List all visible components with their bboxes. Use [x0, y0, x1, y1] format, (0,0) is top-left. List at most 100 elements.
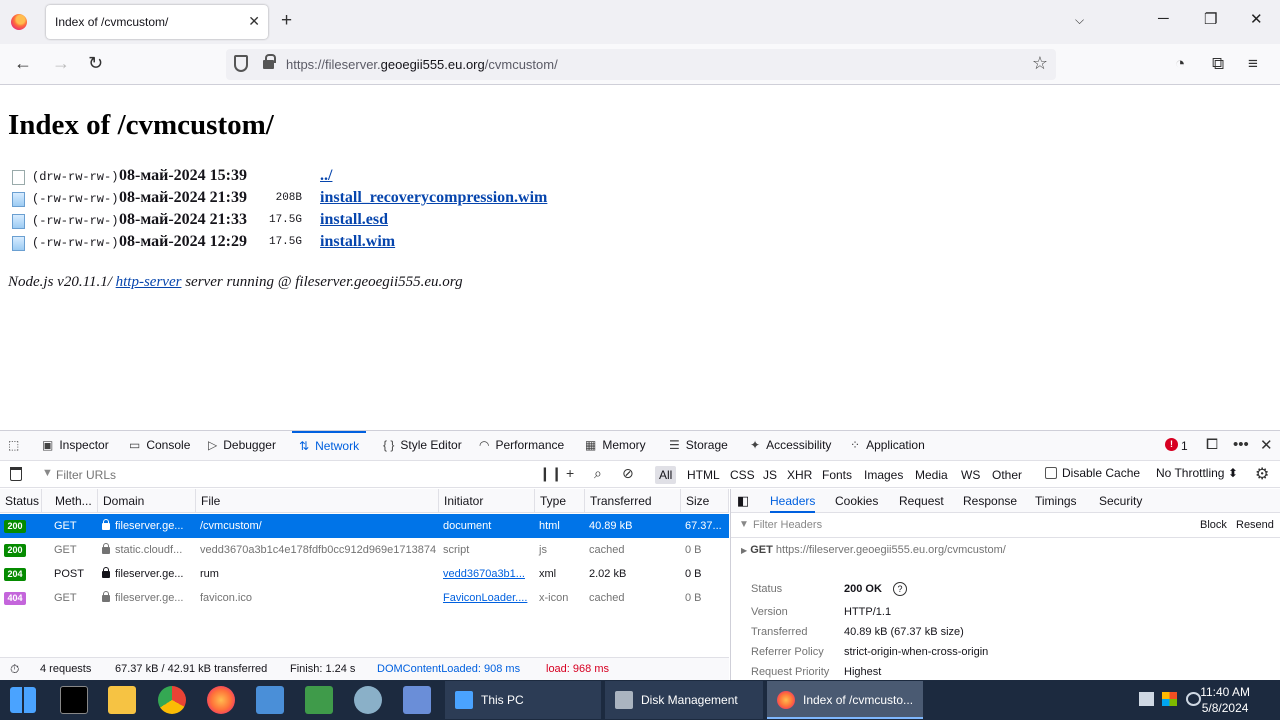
block-icon[interactable]: ⊘: [622, 465, 634, 482]
filter-headers-input[interactable]: Filter Headers: [753, 519, 822, 531]
firefox-logo-icon[interactable]: [11, 14, 27, 30]
chrome-icon[interactable]: [158, 686, 186, 714]
more-options-icon[interactable]: •••: [1233, 436, 1249, 453]
filter-css[interactable]: CSS: [726, 466, 759, 484]
browser-tab[interactable]: Index of /cvmcustom/ ✕: [46, 5, 268, 39]
clock[interactable]: 11:40 AM 5/8/2024: [1200, 684, 1250, 716]
filter-media[interactable]: Media: [911, 466, 952, 484]
network-tray-icon[interactable]: [1139, 692, 1154, 706]
help-icon[interactable]: ?: [893, 582, 907, 596]
tab-debugger[interactable]: ▷ Debugger: [208, 431, 276, 461]
filter-html[interactable]: HTML: [683, 466, 724, 484]
close-tab-icon[interactable]: ✕: [248, 13, 260, 30]
disable-cache-checkbox[interactable]: Disable Cache: [1045, 466, 1140, 480]
taskbar-window-firefox[interactable]: Index of /cvmcusto...: [767, 681, 923, 719]
chevron-down-icon[interactable]: ⌵: [1075, 13, 1084, 28]
account-icon[interactable]: ◔: [1175, 54, 1185, 74]
filter-urls-input[interactable]: [56, 466, 526, 484]
filter-xhr[interactable]: XHR: [783, 466, 816, 484]
shield-icon[interactable]: [234, 55, 248, 72]
new-tab-icon[interactable]: +: [281, 11, 292, 30]
tab-memory[interactable]: ▦ Memory: [585, 431, 646, 461]
search-icon[interactable]: ⌕: [594, 465, 602, 482]
column-type[interactable]: Type: [535, 489, 585, 513]
request-initiator-link[interactable]: vedd3670a3b1...: [443, 562, 533, 586]
sync-tray-icon[interactable]: [1186, 692, 1201, 706]
color-tray-icon[interactable]: [1162, 692, 1177, 706]
notepad-icon[interactable]: [256, 686, 284, 714]
error-icon[interactable]: !: [1165, 438, 1178, 451]
file-link[interactable]: install_recoverycompression.wim: [320, 189, 547, 207]
column-initiator[interactable]: Initiator: [439, 489, 535, 513]
toggle-sidebar-icon[interactable]: ◧: [737, 489, 749, 513]
terminal-icon[interactable]: [60, 686, 88, 714]
filter-all[interactable]: All: [655, 466, 677, 484]
tab-request[interactable]: Request: [899, 489, 944, 513]
tab-security[interactable]: Security: [1099, 489, 1142, 513]
tab-console[interactable]: ▭ Console: [129, 431, 190, 461]
performance-analysis-icon[interactable]: ⏱: [10, 662, 19, 677]
pause-icon[interactable]: ❙❙: [539, 465, 562, 482]
table-row[interactable]: 200 GET fileserver.ge... /cvmcustom/ doc…: [0, 514, 729, 538]
lock-icon[interactable]: [263, 54, 276, 69]
tab-cookies[interactable]: Cookies: [835, 489, 878, 513]
element-picker-icon[interactable]: ⬚: [8, 431, 25, 461]
url-text[interactable]: https://fileserver.geoegii555.eu.org/cvm…: [286, 57, 558, 72]
minimize-icon[interactable]: ─: [1158, 10, 1169, 27]
back-icon[interactable]: ←: [14, 53, 32, 73]
tab-style-editor[interactable]: { } Style Editor: [383, 431, 462, 461]
tab-performance[interactable]: ◠ Performance: [479, 431, 564, 461]
block-button[interactable]: Block: [1200, 519, 1227, 531]
file-link[interactable]: install.wim: [320, 233, 395, 251]
close-devtools-icon[interactable]: ✕: [1260, 436, 1273, 454]
tab-network[interactable]: ⇅ Network: [292, 431, 367, 461]
calculator-icon[interactable]: [403, 686, 431, 714]
throttling-select[interactable]: No Throttling ⬍: [1156, 466, 1238, 480]
column-size[interactable]: Size: [681, 489, 729, 513]
filter-images[interactable]: Images: [860, 466, 907, 484]
column-file[interactable]: File: [196, 489, 439, 513]
column-status[interactable]: Status: [0, 489, 42, 513]
tab-storage[interactable]: ☰ Storage: [669, 431, 728, 461]
menu-icon[interactable]: ≡: [1248, 54, 1258, 74]
trash-icon[interactable]: [10, 467, 22, 481]
taskbar-window-disk-management[interactable]: Disk Management: [605, 681, 763, 719]
dock-icon[interactable]: ⧠: [1206, 436, 1218, 453]
network-tool-icon[interactable]: [354, 686, 382, 714]
http-server-link[interactable]: http-server: [116, 274, 182, 290]
resend-button[interactable]: Resend: [1236, 519, 1274, 531]
tab-response[interactable]: Response: [963, 489, 1017, 513]
address-bar[interactable]: https://fileserver.geoegii555.eu.org/cvm…: [226, 49, 1056, 80]
start-icon[interactable]: [10, 687, 36, 713]
expand-arrow-icon[interactable]: ▶: [741, 546, 747, 555]
request-initiator-link[interactable]: FaviconLoader....: [443, 586, 533, 610]
table-row[interactable]: 404 GET fileserver.ge... favicon.ico Fav…: [0, 586, 729, 610]
restore-icon[interactable]: ❐: [1204, 10, 1217, 28]
editor-icon[interactable]: [305, 686, 333, 714]
tab-timings[interactable]: Timings: [1035, 489, 1077, 513]
file-explorer-icon[interactable]: [108, 686, 136, 714]
add-icon[interactable]: +: [566, 465, 574, 481]
filter-fonts[interactable]: Fonts: [818, 466, 856, 484]
forward-icon[interactable]: →: [52, 53, 70, 73]
tab-application[interactable]: ⁘ Application: [850, 431, 925, 461]
column-domain[interactable]: Domain: [98, 489, 196, 513]
firefox-icon[interactable]: [207, 686, 235, 714]
error-count[interactable]: 1: [1181, 439, 1188, 453]
table-row[interactable]: 200 GET static.cloudf... vedd3670a3b1c4e…: [0, 538, 729, 562]
taskbar-window-this-pc[interactable]: This PC: [445, 681, 601, 719]
extensions-icon[interactable]: ⧉: [1212, 54, 1224, 74]
gear-icon[interactable]: ⚙: [1255, 464, 1269, 484]
filter-js[interactable]: JS: [759, 466, 781, 484]
bookmark-star-icon[interactable]: ☆: [1032, 53, 1048, 74]
filter-ws[interactable]: WS: [957, 466, 984, 484]
file-link[interactable]: ../: [320, 167, 332, 185]
file-link[interactable]: install.esd: [320, 211, 388, 229]
tab-inspector[interactable]: ▣ Inspector: [42, 431, 109, 461]
request-url-line[interactable]: ▶ GET https://fileserver.geoegii555.eu.o…: [741, 544, 1006, 556]
filter-other[interactable]: Other: [988, 466, 1026, 484]
close-window-icon[interactable]: ✕: [1250, 10, 1263, 28]
table-row[interactable]: 204 POST fileserver.ge... rum vedd3670a3…: [0, 562, 729, 586]
reload-icon[interactable]: ↻: [88, 53, 103, 73]
tab-headers[interactable]: Headers: [770, 489, 816, 513]
